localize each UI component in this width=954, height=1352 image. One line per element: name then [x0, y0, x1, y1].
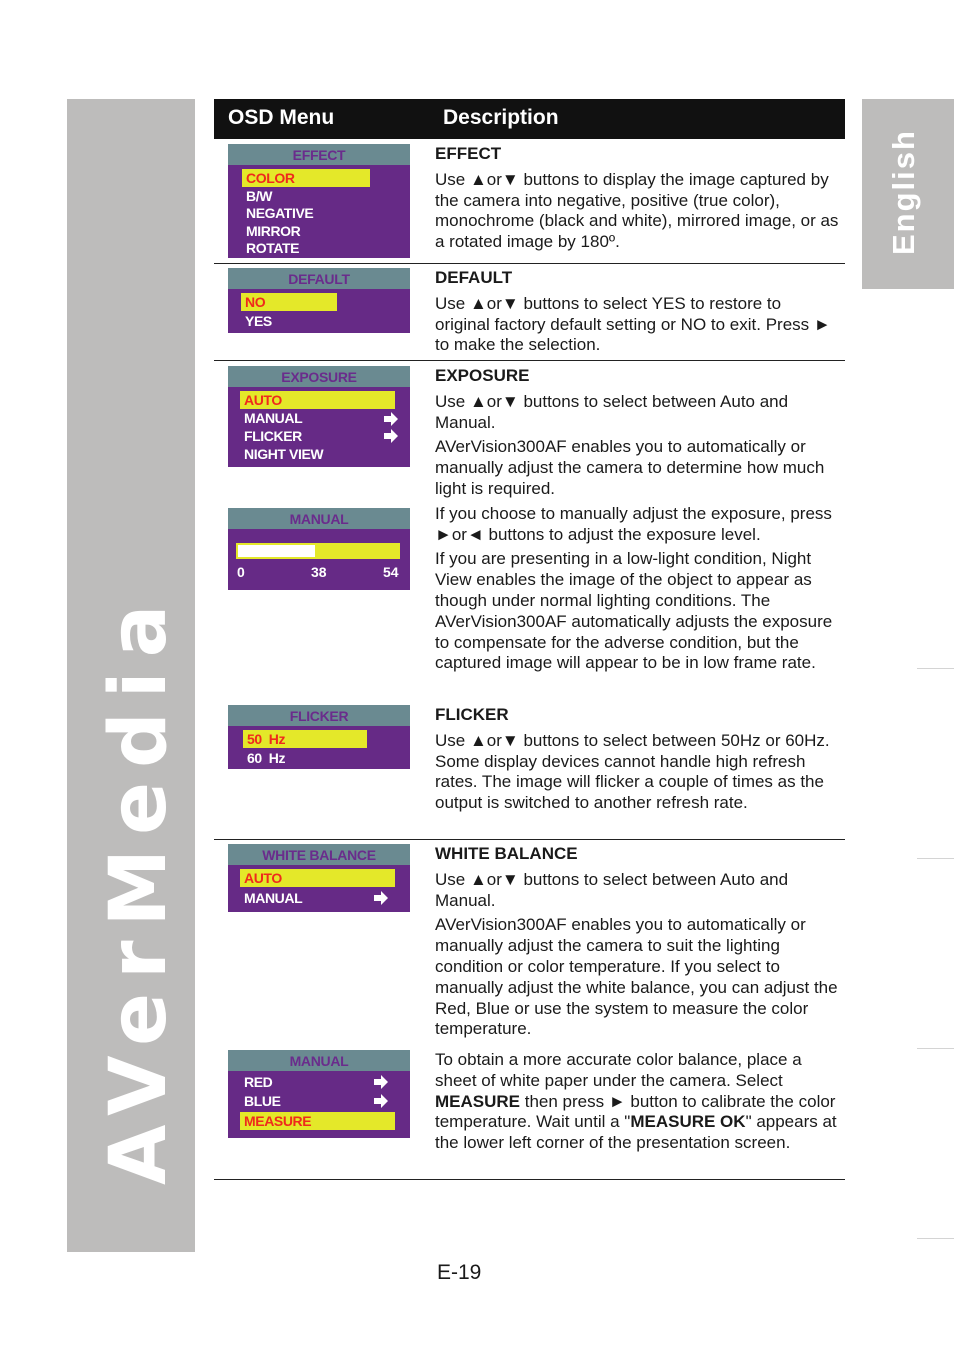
- row-divider: [214, 360, 845, 361]
- paragraph: To obtain a more accurate color balance,…: [435, 1050, 840, 1154]
- row-divider: [214, 839, 845, 840]
- description-effect: EFFECT Use ▲or▼ buttons to display the i…: [435, 144, 840, 257]
- osd-menu-title: WHITE BALANCE: [228, 844, 410, 865]
- table-header: OSD Menu Description: [214, 99, 845, 139]
- osd-item-manual: MANUAL: [244, 890, 303, 906]
- osd-item-rotate: ROTATE: [246, 240, 300, 256]
- osd-item-no: NO: [241, 293, 337, 311]
- row-divider: [214, 263, 845, 264]
- osd-menu-white-balance: WHITE BALANCE AUTO MANUAL: [228, 844, 410, 912]
- osd-item-color: COLOR: [242, 169, 370, 187]
- paragraph: AVerVision300AF enables you to automatic…: [435, 915, 838, 1039]
- osd-item-50hz: 50 Hz: [243, 730, 367, 748]
- osd-menu-default: DEFAULT NO YES: [228, 268, 410, 333]
- osd-menu-title: MANUAL: [228, 1050, 410, 1071]
- osd-item-manual: MANUAL: [244, 410, 303, 426]
- paragraph: If you choose to manually adjust the exp…: [435, 503, 832, 544]
- osd-item-flicker: FLICKER: [244, 428, 302, 444]
- emphasis-measure-ok: MEASURE OK: [630, 1112, 746, 1132]
- osd-item-blue: BLUE: [244, 1093, 281, 1109]
- description-exposure: EXPOSURE Use ▲or▼ buttons to select betw…: [435, 366, 840, 678]
- exposure-current-label: 38: [311, 564, 327, 580]
- section-title: WHITE BALANCE: [435, 844, 578, 863]
- osd-menu-title: DEFAULT: [228, 268, 410, 289]
- right-arrow-icon: [374, 1094, 388, 1108]
- osd-item-red: RED: [244, 1074, 273, 1090]
- osd-menu-title: FLICKER: [228, 705, 410, 726]
- exposure-min-label: 0: [237, 564, 245, 580]
- exposure-level-fill: [314, 545, 398, 557]
- emphasis-measure: MEASURE: [435, 1091, 521, 1111]
- description-white-balance: WHITE BALANCE Use ▲or▼ buttons to select…: [435, 844, 840, 1044]
- osd-item-mirror: MIRROR: [246, 223, 301, 239]
- paragraph: AVerVision300AF enables you to automatic…: [435, 437, 825, 498]
- column-header-osd-menu: OSD Menu: [228, 106, 335, 129]
- brand-logo-text: AVerMedia: [94, 590, 184, 1185]
- osd-item-bw: B/W: [246, 188, 273, 204]
- osd-item-auto: AUTO: [240, 869, 395, 887]
- osd-menu-title: EXPOSURE: [228, 366, 410, 387]
- side-divider: [917, 858, 954, 859]
- paragraph: Use ▲or▼ buttons to select between Auto …: [435, 869, 789, 910]
- osd-menu-exposure-manual: MANUAL 0 38 54: [228, 508, 410, 590]
- description-default: DEFAULT Use ▲or▼ buttons to select YES t…: [435, 268, 840, 360]
- paragraph: Use ▲or▼ buttons to select between Auto …: [435, 391, 789, 432]
- description-measure: To obtain a more accurate color balance,…: [435, 1050, 840, 1158]
- paragraph: Use ▲or▼ buttons to select between 50Hz …: [435, 730, 830, 813]
- osd-menu-effect: EFFECT COLOR B/W NEGATIVE MIRROR ROTATE: [228, 144, 410, 258]
- osd-menu-wb-manual: MANUAL RED BLUE MEASURE: [228, 1050, 410, 1138]
- paragraph: If you are presenting in a low-light con…: [435, 549, 833, 673]
- osd-menu-title: EFFECT: [228, 144, 410, 165]
- side-divider: [917, 1048, 954, 1049]
- description-flicker: FLICKER Use ▲or▼ buttons to select betwe…: [435, 705, 840, 818]
- section-title: FLICKER: [435, 705, 509, 724]
- right-arrow-icon: [384, 429, 398, 443]
- side-divider: [917, 1238, 954, 1239]
- right-arrow-icon: [374, 891, 388, 905]
- section-title: EXPOSURE: [435, 366, 530, 385]
- osd-item-measure: MEASURE: [240, 1112, 395, 1130]
- osd-item-auto: AUTO: [240, 391, 395, 409]
- exposure-max-label: 54: [383, 564, 399, 580]
- text-run: To obtain a more accurate color balance,…: [435, 1050, 802, 1090]
- section-title: DEFAULT: [435, 268, 513, 287]
- section-title: EFFECT: [435, 144, 502, 163]
- paragraph: Use ▲or▼ buttons to display the image ca…: [435, 169, 839, 252]
- osd-item-yes: YES: [245, 313, 272, 329]
- paragraph: Use ▲or▼ buttons to select YES to restor…: [435, 293, 831, 355]
- page-number: E-19: [437, 1261, 482, 1284]
- osd-menu-title: MANUAL: [228, 508, 410, 529]
- row-divider: [214, 1179, 845, 1180]
- right-arrow-icon: [384, 412, 398, 426]
- column-header-description: Description: [443, 106, 559, 129]
- side-divider: [917, 668, 954, 669]
- right-arrow-icon: [374, 1075, 388, 1089]
- language-tab-label: English: [886, 129, 921, 255]
- osd-menu-flicker: FLICKER 50 Hz 60 Hz: [228, 705, 410, 769]
- osd-item-negative: NEGATIVE: [246, 205, 314, 221]
- osd-menu-exposure: EXPOSURE AUTO MANUAL FLICKER NIGHT VIEW: [228, 366, 410, 467]
- osd-item-night-view: NIGHT VIEW: [244, 446, 324, 462]
- exposure-level-bar: [236, 543, 400, 559]
- osd-item-60hz: 60 Hz: [247, 750, 286, 766]
